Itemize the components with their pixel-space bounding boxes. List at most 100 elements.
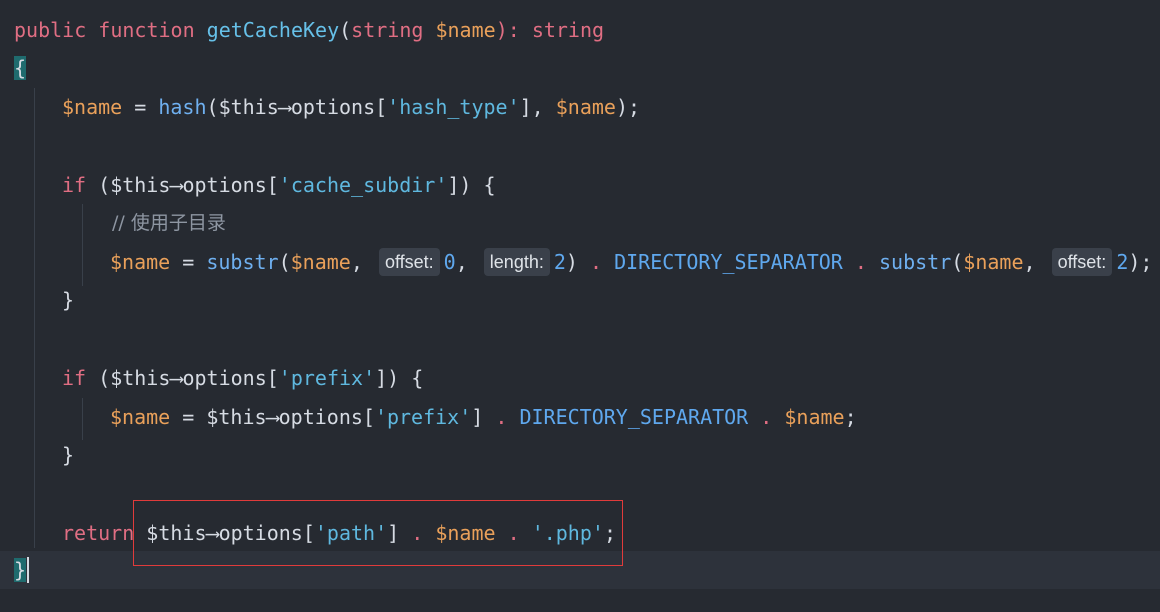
property: options[: [218, 521, 315, 545]
keyword-public: public: [14, 18, 87, 42]
code-line-return[interactable]: return $this⟶options['path'] . $name . '…: [0, 514, 1160, 552]
code-line-close-brace[interactable]: }: [0, 281, 1160, 319]
brace: }: [62, 288, 75, 312]
paren: (: [86, 366, 111, 390]
this-var: $this: [218, 95, 279, 119]
arrow-ligature: ⟶: [206, 521, 219, 545]
parameter-hint-offset: offset:: [1051, 247, 1113, 276]
concat-operator: .: [760, 405, 773, 429]
paren: (: [278, 250, 291, 274]
operator: =: [170, 405, 207, 429]
punctuation: ],: [519, 95, 556, 119]
code-line-comment[interactable]: // 使用子目录: [0, 204, 1160, 242]
parameter-hint-offset: offset:: [378, 247, 440, 276]
string-literal: 'hash_type': [387, 95, 520, 119]
operator: =: [170, 250, 207, 274]
variable: $name: [963, 250, 1024, 274]
concat-operator: .: [854, 250, 867, 274]
keyword-if: if: [62, 173, 87, 197]
brace: }: [62, 443, 75, 467]
string-literal: 'path': [314, 521, 388, 545]
string-literal: 'prefix': [374, 405, 472, 429]
punctuation: ,: [350, 250, 375, 274]
matched-brace-open: {: [14, 56, 27, 80]
property: options[: [182, 366, 279, 390]
property: options[: [182, 173, 279, 197]
number-literal: 2: [1116, 250, 1129, 274]
code-line-close-brace-final[interactable]: }: [0, 551, 1160, 589]
property: options[: [290, 95, 388, 119]
keyword-if: if: [62, 366, 87, 390]
param-type: string: [351, 18, 424, 42]
comment: // 使用子目录: [112, 212, 226, 234]
punctuation: ]) {: [447, 173, 496, 197]
operator: =: [122, 95, 159, 119]
code-line-signature[interactable]: public function getCacheKey(string $name…: [0, 11, 1160, 49]
concat-operator: .: [507, 521, 520, 545]
code-editor[interactable]: public function getCacheKey ( string $name…: [0, 0, 1160, 612]
return-colon: ):: [495, 18, 532, 42]
punctuation: );: [1128, 250, 1153, 274]
code-line-hash[interactable]: $name = hash($this⟶options['hash_type'],…: [0, 88, 1160, 126]
variable: $name: [110, 250, 171, 274]
punctuation: ]: [387, 521, 412, 545]
code-line-substr[interactable]: $name = substr($name, offset: 0, length: 2…: [0, 243, 1160, 281]
variable: $name: [62, 95, 123, 119]
punctuation: ;: [603, 521, 616, 545]
punctuation: );: [615, 95, 641, 119]
variable: $name: [784, 405, 845, 429]
function-call: substr: [206, 250, 279, 274]
string-literal: 'cache_subdir': [278, 173, 448, 197]
concat-operator: .: [495, 405, 508, 429]
matched-brace-close: }: [14, 558, 27, 582]
punctuation: ;: [844, 405, 857, 429]
parameter-hint-length: length:: [483, 247, 550, 276]
string-literal: 'prefix': [278, 366, 376, 390]
return-type: string: [531, 18, 605, 42]
number-literal: 0: [443, 250, 456, 274]
constant: DIRECTORY_SEPARATOR: [507, 405, 761, 429]
punctuation: ,: [455, 250, 480, 274]
text-caret: [27, 556, 30, 583]
arrow-ligature: ⟶: [278, 95, 291, 119]
code-line-open-brace[interactable]: {: [0, 49, 1160, 87]
this-var: $this: [110, 366, 171, 390]
arrow-ligature: ⟶: [266, 405, 279, 429]
code-line-if-prefix[interactable]: if ($this⟶options['prefix']) {: [0, 359, 1160, 397]
this-var: $this: [206, 405, 267, 429]
this-var: $this: [110, 173, 171, 197]
constant: DIRECTORY_SEPARATOR: [602, 250, 855, 274]
function-call: hash: [158, 95, 207, 119]
param-name: $name: [435, 18, 496, 42]
paren: (: [206, 95, 219, 119]
concat-operator: .: [411, 521, 424, 545]
code-line-prefix[interactable]: $name = $this⟶options['prefix'] . DIRECT…: [0, 398, 1160, 436]
string-literal: '.php': [531, 521, 604, 545]
code-line-if-subdir[interactable]: if ($this⟶options['cache_subdir']) {: [0, 166, 1160, 204]
paren: (: [86, 173, 111, 197]
this-var: $this: [146, 521, 207, 545]
variable: $name: [290, 250, 351, 274]
paren: ): [565, 250, 590, 274]
punctuation: ,: [1023, 250, 1048, 274]
variable: $name: [110, 405, 171, 429]
code-line-close-brace[interactable]: }: [0, 436, 1160, 474]
variable: $name: [435, 521, 496, 545]
concat-operator: .: [589, 250, 603, 274]
arrow-ligature: ⟶: [170, 173, 183, 197]
punctuation: ]: [471, 405, 496, 429]
keyword-return: return: [62, 521, 135, 545]
function-name: getCacheKey: [206, 18, 340, 42]
paren: (: [951, 250, 964, 274]
punctuation: ]) {: [375, 366, 424, 390]
arrow-ligature: ⟶: [170, 366, 183, 390]
function-call: substr: [879, 250, 952, 274]
keyword-function: function: [98, 18, 195, 42]
